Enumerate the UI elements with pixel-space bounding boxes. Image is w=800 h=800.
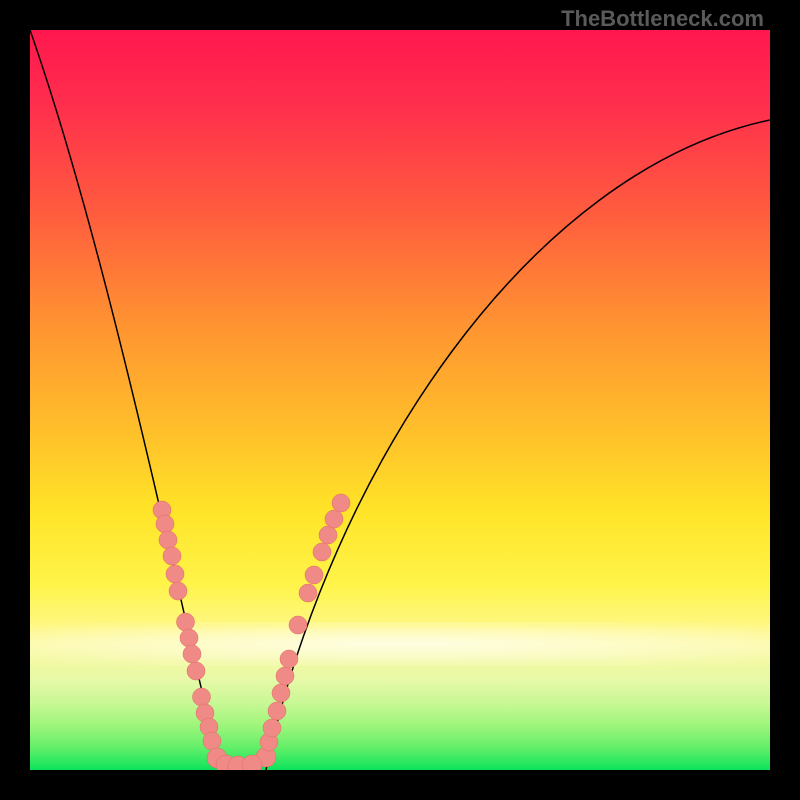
bead — [263, 719, 281, 737]
bead — [332, 494, 350, 512]
bead — [325, 510, 343, 528]
watermark: TheBottleneck.com — [561, 6, 764, 32]
bead — [180, 629, 198, 647]
bead — [289, 616, 307, 634]
bead — [169, 582, 187, 600]
bead — [319, 526, 337, 544]
bead — [187, 662, 205, 680]
bead — [159, 531, 177, 549]
beads-right — [256, 494, 350, 767]
bead — [166, 565, 184, 583]
chart-frame: TheBottleneck.com — [0, 0, 800, 800]
bead — [313, 543, 331, 561]
beads-bottom — [216, 755, 262, 770]
bead — [268, 702, 286, 720]
chart-svg — [30, 30, 770, 770]
bead — [276, 667, 294, 685]
bead — [203, 732, 221, 750]
bead — [272, 684, 290, 702]
bead — [183, 645, 201, 663]
bead — [177, 613, 195, 631]
bead — [193, 688, 211, 706]
beads-left — [153, 501, 227, 768]
bead — [156, 515, 174, 533]
bead — [305, 566, 323, 584]
bead — [299, 584, 317, 602]
bead — [280, 650, 298, 668]
right-curve — [266, 120, 770, 770]
plot-area — [30, 30, 770, 770]
bead — [163, 547, 181, 565]
